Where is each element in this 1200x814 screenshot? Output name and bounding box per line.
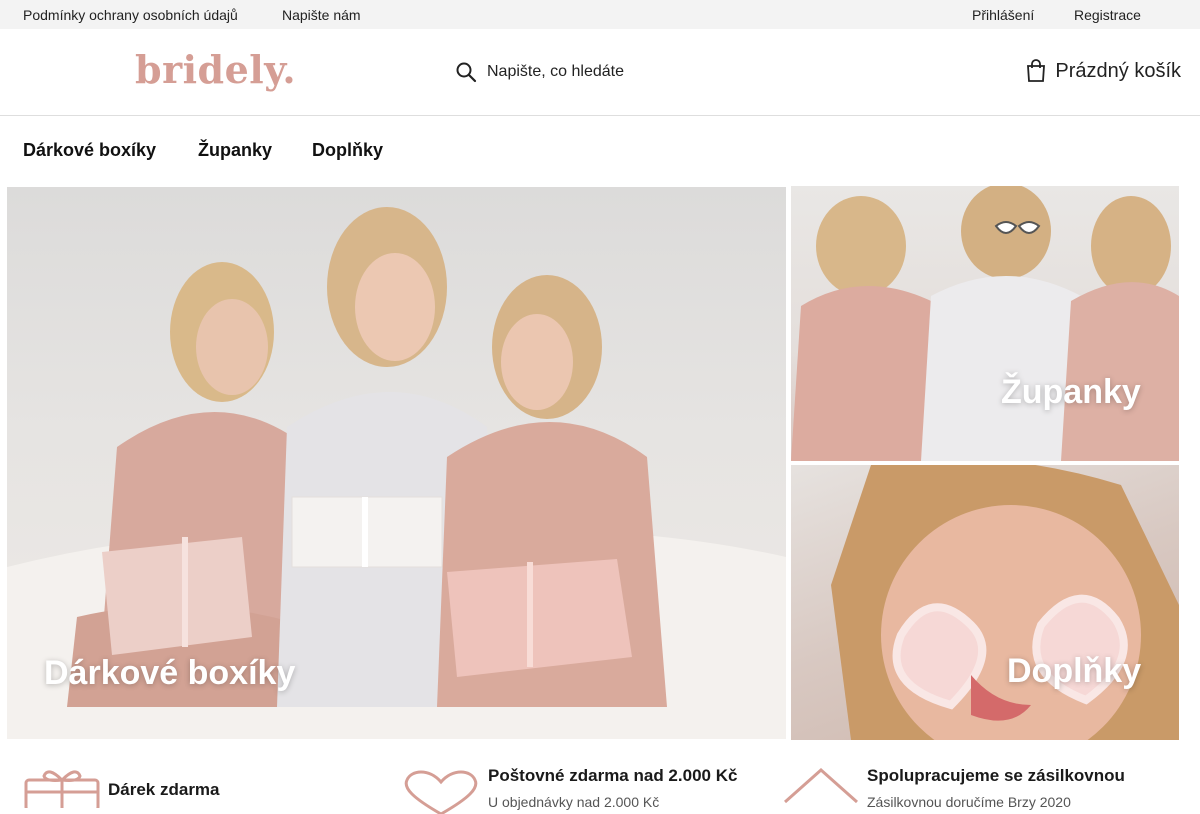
category-tile-accessories[interactable]: Doplňky xyxy=(791,465,1179,740)
contact-link[interactable]: Napište nám xyxy=(282,7,361,23)
privacy-policy-link[interactable]: Podmínky ochrany osobních údajů xyxy=(23,7,238,23)
feature-title: Dárek zdarma xyxy=(108,780,220,799)
tile-label-gift-boxes: Dárkové boxíky xyxy=(44,654,296,692)
register-link[interactable]: Registrace xyxy=(1074,7,1141,23)
top-bar: Podmínky ochrany osobních údajů Napište … xyxy=(0,0,1200,29)
search-bar[interactable]: Napište, co hledáte xyxy=(455,59,624,85)
robes-photo xyxy=(791,186,1179,461)
feature-subtitle: U objednávky nad 2.000 Kč xyxy=(488,794,660,810)
site-header: bridely. Napište, co hledáte Prázdný koš… xyxy=(0,29,1200,116)
feature-title: Poštovné zdarma nad 2.000 Kč xyxy=(488,766,738,785)
nav-item-accessories[interactable]: Doplňky xyxy=(312,140,383,161)
category-tile-robes[interactable]: Županky xyxy=(791,186,1179,461)
nav-item-robes[interactable]: Županky xyxy=(198,140,272,161)
cart-button[interactable]: Prázdný košík xyxy=(1025,59,1181,83)
heart-icon xyxy=(404,770,478,814)
login-link[interactable]: Přihlášení xyxy=(972,7,1034,23)
feature-subtitle: Zásilkovnou doručíme Brzy 2020 xyxy=(867,794,1071,810)
feature-free-gift: Dárek zdarma xyxy=(23,756,383,808)
gift-icon xyxy=(24,770,100,808)
feature-free-shipping: Poštovné zdarma nad 2.000 Kč U objednávk… xyxy=(403,756,773,814)
feature-title: Spolupracujeme se zásilkovnou xyxy=(867,766,1125,785)
tile-label-accessories: Doplňky xyxy=(1007,652,1142,690)
accessories-photo xyxy=(831,465,1179,740)
search-input[interactable]: Napište, co hledáte xyxy=(487,63,624,81)
tile-label-robes: Županky xyxy=(1001,373,1141,411)
feature-zasilkovna: Spolupracujeme se zásilkovnou Zásilkovno… xyxy=(783,756,1183,810)
house-icon xyxy=(784,768,858,804)
shopping-bag-icon xyxy=(1027,59,1046,82)
brand-logo[interactable]: bridely. xyxy=(135,47,296,92)
search-icon[interactable] xyxy=(455,61,477,83)
nav-item-gift-boxes[interactable]: Dárkové boxíky xyxy=(23,140,156,161)
main-nav: Dárkové boxíky Županky Doplňky xyxy=(0,116,1200,186)
cart-label: Prázdný košík xyxy=(1055,59,1181,82)
category-tile-gift-boxes[interactable]: Dárkové boxíky xyxy=(7,187,786,739)
